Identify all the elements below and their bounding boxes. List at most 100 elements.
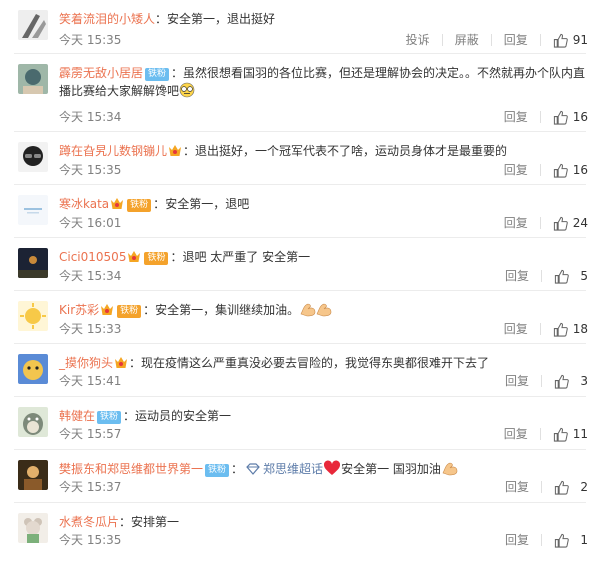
thumbs-up-icon — [553, 427, 568, 442]
like-button[interactable]: 1 — [554, 531, 588, 549]
crown-badge-icon[interactable] — [110, 197, 124, 210]
comment-item: Cici010505 铁粉 ：退吧 太严重了 安全第一 今天 15:34 回复 5 — [0, 238, 600, 291]
comment-actions: 回复 1 — [505, 531, 588, 549]
comment-text: 退出挺好，一个冠军代表不了啥，运动员身体才是最重要的 — [195, 144, 508, 158]
crown-badge-icon[interactable] — [100, 303, 114, 316]
fan-badge[interactable]: 铁粉 — [97, 411, 122, 424]
thumbs-up-icon — [554, 533, 569, 548]
comment-meta: 今天 15:34 回复 16 — [59, 108, 588, 126]
avatar[interactable] — [18, 460, 48, 490]
next-comment-cutoff — [0, 556, 600, 564]
colon: ： — [231, 462, 244, 476]
like-button[interactable]: 18 — [553, 320, 588, 338]
avatar[interactable] — [18, 513, 48, 543]
username-link[interactable]: 笑着流泪的小矮人 — [59, 12, 155, 26]
username-link[interactable]: 樊振东和郑思维都世界第一 — [59, 462, 203, 476]
crown-badge-icon[interactable] — [168, 144, 182, 157]
block-button[interactable]: 屏蔽 — [455, 31, 479, 49]
username-link[interactable]: _摸你狗头 — [59, 356, 113, 370]
timestamp: 今天 15:33 — [59, 322, 122, 336]
fan-badge[interactable]: 铁粉 — [117, 305, 142, 318]
reply-button[interactable]: 回复 — [504, 214, 528, 232]
avatar[interactable] — [18, 10, 48, 40]
comment-meta: 今天 15:35 回复 16 — [59, 161, 588, 179]
colon: ： — [171, 66, 184, 80]
like-button[interactable]: 2 — [554, 478, 588, 496]
avatar[interactable] — [18, 301, 48, 331]
divider — [541, 270, 542, 282]
comment-content: 蹲在旮旯儿数钢镚儿 ：退出挺好，一个冠军代表不了啥，运动员身体才是最重要的 — [59, 142, 588, 160]
like-button[interactable]: 16 — [553, 108, 588, 126]
colon: ： — [183, 144, 196, 158]
like-button[interactable]: 16 — [553, 161, 588, 179]
username-link[interactable]: 寒冰kata — [59, 197, 109, 211]
avatar[interactable] — [18, 248, 48, 278]
comment-meta: 今天 15:57 回复 11 — [59, 425, 588, 443]
reply-button[interactable]: 回复 — [505, 531, 529, 549]
fan-badge[interactable]: 铁粉 — [127, 199, 152, 212]
comment-actions: 回复 11 — [504, 425, 588, 443]
timestamp: 今天 15:34 — [59, 110, 122, 124]
reply-button[interactable]: 回复 — [504, 31, 528, 49]
like-count: 1 — [580, 533, 588, 547]
thumbs-up-icon — [553, 33, 568, 48]
username-link[interactable]: 霹雳无敌小居居 — [59, 66, 143, 80]
crown-badge-icon[interactable] — [114, 356, 128, 369]
colon: ： — [170, 250, 183, 264]
like-button[interactable]: 24 — [553, 214, 588, 232]
reply-button[interactable]: 回复 — [505, 478, 529, 496]
comment-actions: 回复 16 — [504, 108, 588, 126]
like-count: 18 — [572, 322, 588, 336]
comment-item: 寒冰kata 铁粉 ：安全第一，退吧 今天 16:01 回复 24 — [0, 185, 600, 238]
timestamp: 今天 15:37 — [59, 480, 122, 494]
reply-button[interactable]: 回复 — [504, 161, 528, 179]
supertopic-link[interactable]: 郑思维超话 — [263, 462, 323, 476]
crown-badge-icon[interactable] — [127, 250, 141, 263]
avatar[interactable] — [18, 354, 48, 384]
comment-item: 樊振东和郑思维都世界第一 铁粉： 郑思维超话 安全第一 国羽加油 今天 15:37 回… — [0, 450, 600, 503]
fan-badge[interactable]: 铁粉 — [145, 68, 170, 81]
like-button[interactable]: 91 — [553, 31, 588, 49]
like-button[interactable]: 5 — [554, 267, 588, 285]
reply-button[interactable]: 回复 — [505, 372, 529, 390]
comment-content: 水煮冬瓜片：安排第一 — [59, 513, 588, 531]
comment-text: 安排第一 — [131, 515, 180, 529]
fan-badge[interactable]: 铁粉 — [205, 464, 230, 477]
like-button[interactable]: 3 — [554, 372, 588, 390]
divider — [490, 34, 492, 46]
avatar[interactable] — [18, 64, 48, 94]
comment-actions: 回复 24 — [504, 214, 588, 232]
timestamp: 今天 15:35 — [59, 533, 122, 547]
username-link[interactable]: 韩健在 — [59, 409, 95, 423]
comment-actions: 回复 3 — [505, 372, 588, 390]
reply-button[interactable]: 回复 — [505, 267, 529, 285]
divider — [539, 428, 541, 440]
colon: ： — [119, 515, 132, 529]
comment-content: _摸你狗头 ：现在疫情这么严重真没必要去冒险的，我觉得东奥都很难开下去了 — [59, 354, 588, 372]
username-link[interactable]: Kir苏彩 — [59, 303, 99, 317]
avatar[interactable] — [18, 407, 48, 437]
comment-actions: 回复 18 — [504, 320, 588, 338]
divider — [541, 481, 542, 493]
comment-content: 笑着流泪的小矮人：安全第一，退出挺好 — [59, 10, 588, 28]
divider — [539, 164, 541, 176]
like-count: 2 — [580, 480, 588, 494]
username-link[interactable]: Cici010505 — [59, 250, 126, 264]
fan-badge[interactable]: 铁粉 — [144, 252, 169, 265]
comment-text: 现在疫情这么严重真没必要去冒险的，我觉得东奥都很难开下去了 — [141, 356, 490, 370]
reply-button[interactable]: 回复 — [504, 108, 528, 126]
username-link[interactable]: 水煮冬瓜片 — [59, 515, 119, 529]
like-button[interactable]: 11 — [553, 425, 588, 443]
reply-button[interactable]: 回复 — [504, 320, 528, 338]
username-link[interactable]: 蹲在旮旯儿数钢镚儿 — [59, 144, 167, 158]
avatar[interactable] — [18, 142, 48, 172]
colon: ： — [143, 303, 156, 317]
comment-item: 笑着流泪的小矮人：安全第一，退出挺好 今天 15:35 投诉 屏蔽 回复 91 — [0, 0, 600, 54]
avatar[interactable] — [18, 195, 48, 225]
report-button[interactable]: 投诉 — [406, 31, 430, 49]
reply-button[interactable]: 回复 — [504, 425, 528, 443]
timestamp: 今天 15:35 — [59, 33, 122, 47]
comment-meta: 今天 15:33 回复 18 — [59, 320, 588, 338]
comment-item: 韩健在 铁粉 ：运动员的安全第一 今天 15:57 回复 11 — [0, 397, 600, 450]
thumbs-up-icon — [554, 374, 569, 389]
